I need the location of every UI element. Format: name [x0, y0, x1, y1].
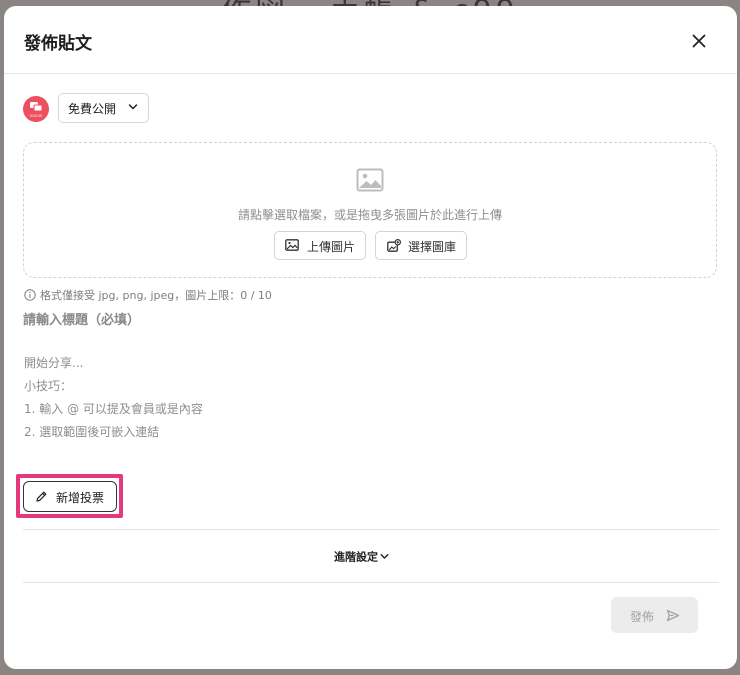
content-placeholder-line: 小技巧：	[24, 379, 73, 393]
content-placeholder-line: 1. 輸入 @ 可以提及會員或是內容	[24, 402, 203, 416]
info-icon	[24, 289, 36, 301]
content-editor[interactable]: 開始分享... 小技巧： 1. 輸入 @ 可以提及會員或是內容 2. 選取範圍後…	[23, 346, 715, 466]
image-dropzone[interactable]: 請點擊選取檔案，或是拖曳多張圖片於此進行上傳 上傳圖片 選擇圖庫	[23, 142, 717, 278]
avatar: VOCUS	[23, 96, 49, 122]
divider	[23, 529, 719, 530]
upload-image-label: 上傳圖片	[307, 240, 356, 254]
avatar-label: VOCUS	[30, 114, 43, 118]
dialog-header: 發佈貼文	[4, 6, 737, 74]
format-note: 格式僅接受 jpg, png, jpeg，圖片上限：0 / 10	[24, 287, 272, 303]
select-gallery-button[interactable]: 選擇圖庫	[375, 231, 467, 260]
post-dialog: 發佈貼文 VOCUS 免費公開 請點擊選取檔案，或是拖曳多張圖片於此進行上傳 上…	[4, 6, 737, 669]
image-icon	[285, 239, 299, 251]
format-note-text: 格式僅接受 jpg, png, jpeg，圖片上限：0 / 10	[40, 289, 272, 302]
advanced-settings-label: 進階設定	[334, 550, 378, 564]
visibility-value: 免費公開	[68, 102, 117, 116]
gallery-icon	[387, 239, 401, 252]
pencil-icon	[36, 491, 47, 502]
visibility-select[interactable]: 免費公開	[58, 93, 149, 123]
advanced-settings-toggle[interactable]: 進階設定	[334, 546, 389, 564]
publish-label: 發佈	[630, 610, 655, 624]
content-placeholder-line: 2. 選取範圍後可嵌入連結	[24, 425, 160, 439]
upload-image-button[interactable]: 上傳圖片	[274, 231, 366, 260]
vocus-logo-icon: VOCUS	[30, 102, 43, 118]
chevron-down-icon	[380, 554, 389, 559]
content-placeholder-line: 開始分享...	[24, 356, 84, 370]
image-placeholder-icon	[356, 168, 384, 192]
select-gallery-label: 選擇圖庫	[408, 240, 457, 254]
dialog-title: 發佈貼文	[24, 34, 92, 54]
add-poll-button[interactable]: 新增投票	[23, 481, 117, 512]
divider	[23, 582, 719, 583]
close-button[interactable]	[688, 30, 710, 52]
close-icon	[692, 34, 706, 48]
add-poll-label: 新增投票	[56, 491, 105, 505]
chevron-down-icon	[128, 104, 138, 110]
dropzone-hint: 請點擊選取檔案，或是拖曳多張圖片於此進行上傳	[237, 208, 502, 222]
publish-button[interactable]: 發佈	[611, 597, 698, 633]
send-icon	[666, 609, 680, 622]
title-input[interactable]	[23, 308, 715, 332]
